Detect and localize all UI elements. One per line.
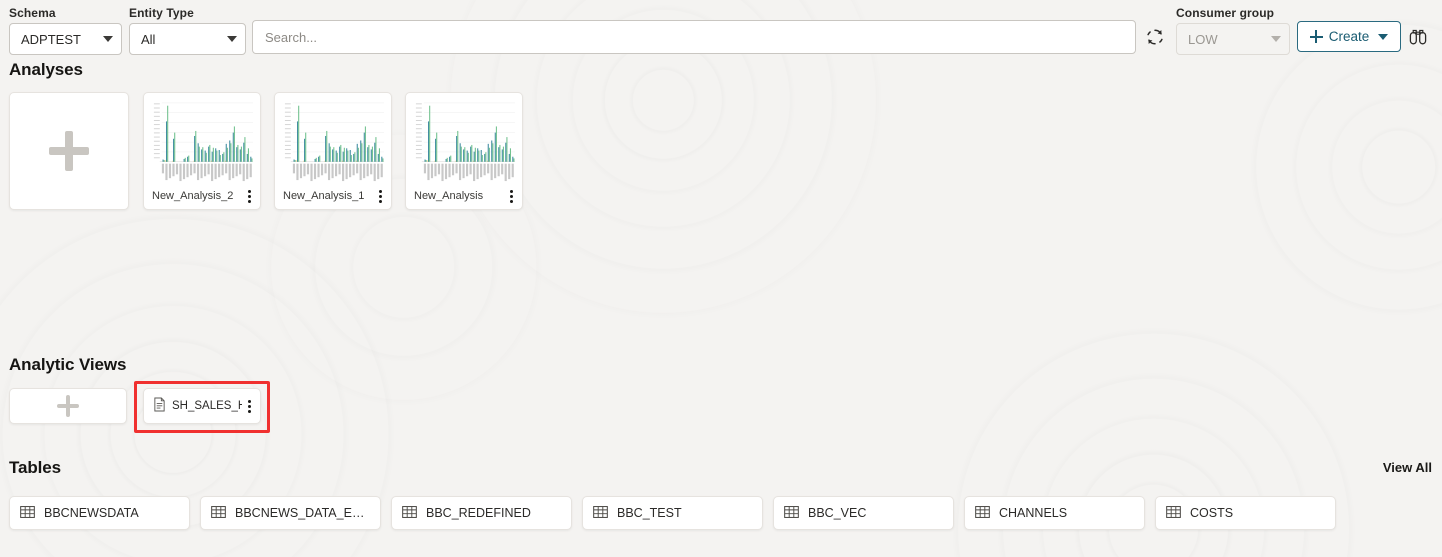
analysis-card[interactable]: New_Analysis (405, 92, 523, 210)
analysis-card-footer: New_Analysis_1 (275, 183, 391, 209)
chevron-down-icon[interactable] (1378, 33, 1389, 40)
table-icon (975, 505, 990, 521)
analytic-view-card[interactable]: SH_SALES_HIS... (143, 388, 261, 424)
analysis-card-name: New_Analysis_2 (152, 190, 234, 202)
analysis-card-name: New_Analysis (414, 190, 484, 202)
table-card[interactable]: BBCNEWS_DATA_ENCODED (200, 496, 381, 530)
table-icon (402, 505, 417, 521)
plus-icon (1309, 30, 1323, 43)
kebab-menu-icon[interactable] (373, 188, 387, 204)
consumer-group-filter: Consumer group LOW (1176, 6, 1290, 55)
chevron-down-icon (103, 36, 113, 42)
refresh-icon[interactable] (1144, 26, 1166, 48)
entity-type-label: Entity Type (129, 6, 194, 20)
kebab-menu-icon[interactable] (242, 398, 256, 414)
entity-type-value: All (141, 31, 156, 47)
analysis-thumbnail (280, 100, 386, 183)
analysis-card-name: New_Analysis_1 (283, 190, 365, 202)
table-card-name: BBCNEWSDATA (44, 506, 139, 520)
table-card[interactable]: BBC_TEST (582, 496, 763, 530)
plus-icon (49, 131, 89, 171)
chevron-down-icon (1271, 36, 1281, 42)
table-card[interactable]: CHANNELS (964, 496, 1145, 530)
top-toolbar: Schema ADPTEST Entity Type All Search... (0, 0, 1442, 58)
table-icon (211, 505, 226, 521)
analytic-views-section-title: Analytic Views (9, 355, 127, 374)
tables-view-all-link[interactable]: View All (1383, 460, 1432, 475)
analysis-card-footer: New_Analysis_2 (144, 183, 260, 209)
document-icon (153, 397, 166, 415)
add-analytic-view-card[interactable] (9, 388, 127, 424)
search-placeholder: Search... (265, 29, 318, 45)
add-analysis-card[interactable] (9, 92, 129, 210)
consumer-group-label: Consumer group (1176, 6, 1275, 20)
analysis-card[interactable]: New_Analysis_1 (274, 92, 392, 210)
create-button[interactable]: Create (1297, 21, 1401, 52)
schema-label: Schema (9, 6, 56, 20)
chevron-down-icon (227, 36, 237, 42)
consumer-group-value: LOW (1188, 31, 1218, 47)
analysis-thumbnail (149, 100, 255, 183)
analysis-card[interactable]: New_Analysis_2 (143, 92, 261, 210)
analyses-section-title: Analyses (9, 60, 83, 79)
schema-value: ADPTEST (21, 31, 81, 47)
table-card-name: BBC_TEST (617, 506, 682, 520)
kebab-menu-icon[interactable] (242, 188, 256, 204)
schema-select[interactable]: ADPTEST (9, 23, 122, 55)
table-icon (784, 505, 799, 521)
table-card-name: BBC_VEC (808, 506, 867, 520)
table-card[interactable]: COSTS (1155, 496, 1336, 530)
kebab-menu-icon[interactable] (504, 188, 518, 204)
table-card[interactable]: BBC_REDEFINED (391, 496, 572, 530)
table-icon (593, 505, 608, 521)
table-card[interactable]: BBCNEWSDATA (9, 496, 190, 530)
table-card-name: COSTS (1190, 506, 1234, 520)
entity-type-filter: Entity Type All (129, 6, 246, 55)
table-card-name: CHANNELS (999, 506, 1068, 520)
table-icon (1166, 505, 1181, 521)
analytic-view-card-name: SH_SALES_HIS... (172, 400, 242, 412)
analysis-thumbnail (411, 100, 517, 183)
analysis-card-footer: New_Analysis (406, 183, 522, 209)
table-card-name: BBC_REDEFINED (426, 506, 531, 520)
table-card-name: BBCNEWS_DATA_ENCODED (235, 506, 370, 520)
table-icon (20, 505, 35, 521)
binoculars-icon[interactable] (1406, 26, 1430, 48)
tables-section-title: Tables (9, 458, 61, 477)
create-button-label: Create (1328, 29, 1370, 44)
schema-filter: Schema ADPTEST (9, 6, 122, 55)
table-card[interactable]: BBC_VEC (773, 496, 954, 530)
analytics-home-page: Schema ADPTEST Entity Type All Search... (0, 0, 1442, 557)
entity-type-select[interactable]: All (129, 23, 246, 55)
search-input-wrapper[interactable]: Search... (252, 20, 1136, 54)
plus-icon (57, 395, 79, 417)
consumer-group-select[interactable]: LOW (1176, 23, 1290, 55)
